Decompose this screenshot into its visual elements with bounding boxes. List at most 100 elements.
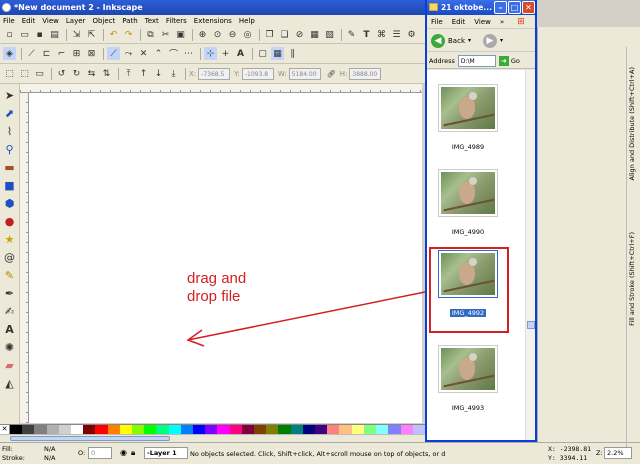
layer-visibility-icon[interactable]: ◉ [120,448,127,457]
new-document-icon[interactable]: ▫ [3,29,16,42]
inkscape-app-icon[interactable] [2,3,11,12]
zoom-tool-icon[interactable]: ⚲ [2,140,18,158]
snap-midpoints-icon[interactable]: ⋯ [182,47,195,60]
fill-stroke-icon[interactable]: ✎ [345,29,358,42]
file-thumbnail[interactable] [438,169,498,217]
back-arrow-icon[interactable]: ◀ [431,33,445,48]
snap-page-border-icon[interactable]: ▢ [256,47,269,60]
text-tool-icon[interactable]: A [2,320,18,338]
select-all-layers-icon[interactable]: ⬚ [18,67,31,80]
cut-icon[interactable]: ✂ [159,29,172,42]
menu-layer[interactable]: Layer [66,17,86,25]
snap-toggle-icon[interactable]: ◈ [3,47,16,60]
snap-smooth-nodes-icon[interactable]: ⌒ [167,47,180,60]
menu-object[interactable]: Object [92,17,115,25]
zoom-page-icon[interactable]: ⊖ [226,29,239,42]
x-input[interactable]: -7368.5 [198,67,231,80]
lower-icon[interactable]: ↓ [152,67,165,80]
import-icon[interactable]: ⇲ [70,29,83,42]
select-all-icon[interactable]: ⬚ [3,67,16,80]
layer-lock-icon[interactable]: 🔒︎ [131,448,135,458]
explorer-title-bar[interactable]: 21 oktobe... – □ ✕ [427,0,535,15]
zoom-drawing-icon[interactable]: ⊙ [211,29,224,42]
pen-tool-icon[interactable]: ✒ [2,284,18,302]
menu-edit[interactable]: Edit [22,17,36,25]
calligraphy-tool-icon[interactable]: ✍ [2,302,18,320]
text-font-icon[interactable]: T [360,29,373,42]
scrollbar-thumb[interactable] [10,436,170,441]
group-icon[interactable]: ▦ [308,29,321,42]
pencil-tool-icon[interactable]: ✎ [2,266,18,284]
layer-dropdown[interactable]: -Layer 1 [144,447,188,459]
zoom-selection-icon[interactable]: ⊕ [196,29,209,42]
snap-grid-icon[interactable]: ▦ [271,47,284,60]
menu-text[interactable]: Text [145,17,159,25]
export-icon[interactable]: ⇱ [85,29,98,42]
zoom-width-icon[interactable]: ◎ [241,29,254,42]
width-input[interactable]: 5184.00 [288,67,321,80]
ellipse-tool-icon[interactable]: ● [2,212,18,230]
snap-bbox-center-icon[interactable]: ⊠ [85,47,98,60]
snap-object-center-icon[interactable]: ⊹ [204,47,217,60]
forward-arrow-icon[interactable]: ▶ [483,33,498,48]
rotate-ccw-icon[interactable]: ↺ [55,67,68,80]
rotate-cw-icon[interactable]: ↻ [70,67,83,80]
preferences-icon[interactable]: ⚙ [405,29,418,42]
spiral-tool-icon[interactable]: @ [2,248,18,266]
menu-filters[interactable]: Filters [166,17,187,25]
fill-stroke-tab[interactable]: Fill and Stroke (Shift+Ctrl+F) [628,232,638,326]
y-input[interactable]: -1093.8 [241,67,274,80]
star-tool-icon[interactable]: ★ [2,230,18,248]
horizontal-ruler[interactable] [20,84,422,93]
align-icon[interactable]: ☰ [390,29,403,42]
redo-icon[interactable]: ↷ [122,29,135,42]
save-icon[interactable]: ▪ [33,29,46,42]
explorer-scrollbar-thumb[interactable] [527,321,535,329]
eraser-tool-icon[interactable]: ▰ [2,356,18,374]
raise-to-top-icon[interactable]: ⤒ [122,67,135,80]
lock-ratio-icon[interactable]: 🔗︎ [325,67,338,80]
snap-text-baseline-icon[interactable]: A [234,47,247,60]
height-input[interactable]: 3888.00 [349,67,382,80]
address-input[interactable]: D:\M [457,54,496,67]
flip-horizontal-icon[interactable]: ⇆ [85,67,98,80]
raise-icon[interactable]: ↑ [137,67,150,80]
unlink-clone-icon[interactable]: ⊘ [293,29,306,42]
snap-nodes-icon[interactable]: ⟋ [107,47,120,60]
menu-path[interactable]: Path [122,17,137,25]
back-dropdown-icon[interactable]: ▾ [468,37,471,44]
3d-box-tool-icon[interactable]: ⬢ [2,194,18,212]
go-arrow-icon[interactable]: ➜ [498,55,509,66]
go-label[interactable]: Go [511,57,520,65]
snap-bbox-midpoint-icon[interactable]: ⊞ [70,47,83,60]
paste-icon[interactable]: ▣ [174,29,187,42]
maximize-button[interactable]: □ [508,1,521,14]
explorer-menu-view[interactable]: View [474,18,491,26]
print-icon[interactable]: ▤ [48,29,61,42]
undo-icon[interactable]: ↶ [107,29,120,42]
explorer-menu-edit[interactable]: Edit [452,18,466,26]
zoom-input[interactable]: 2.2% [604,447,632,459]
file-thumbnail[interactable] [438,345,498,393]
tweak-tool-icon[interactable]: ⌇ [2,122,18,140]
snap-bbox-edge-icon[interactable]: ⊏ [40,47,53,60]
bucket-fill-tool-icon[interactable]: ◭ [2,374,18,392]
copy-icon[interactable]: ⧉ [144,29,157,42]
open-icon[interactable]: ▭ [18,29,31,42]
snap-cusp-nodes-icon[interactable]: ⌃ [152,47,165,60]
minimize-button[interactable]: – [494,1,507,14]
explorer-menu-file[interactable]: File [431,18,443,26]
snap-bbox-corner-icon[interactable]: ⌐ [55,47,68,60]
drawing-canvas[interactable] [29,93,422,423]
clone-icon[interactable]: ❏ [278,29,291,42]
more-menu-icon[interactable]: » [500,18,504,26]
snap-bbox-icon[interactable]: ⟋ [25,47,38,60]
back-label[interactable]: Back [448,37,465,45]
snap-rotation-center-icon[interactable]: + [219,47,232,60]
deselect-icon[interactable]: ▭ [33,67,46,80]
explorer-vertical-scrollbar[interactable] [525,70,535,440]
duplicate-icon[interactable]: ❐ [263,29,276,42]
align-distribute-tab[interactable]: Align and Distribute (Shift+Ctrl+A) [628,67,638,181]
file-thumbnail[interactable] [438,84,498,132]
flip-vertical-icon[interactable]: ⇅ [100,67,113,80]
